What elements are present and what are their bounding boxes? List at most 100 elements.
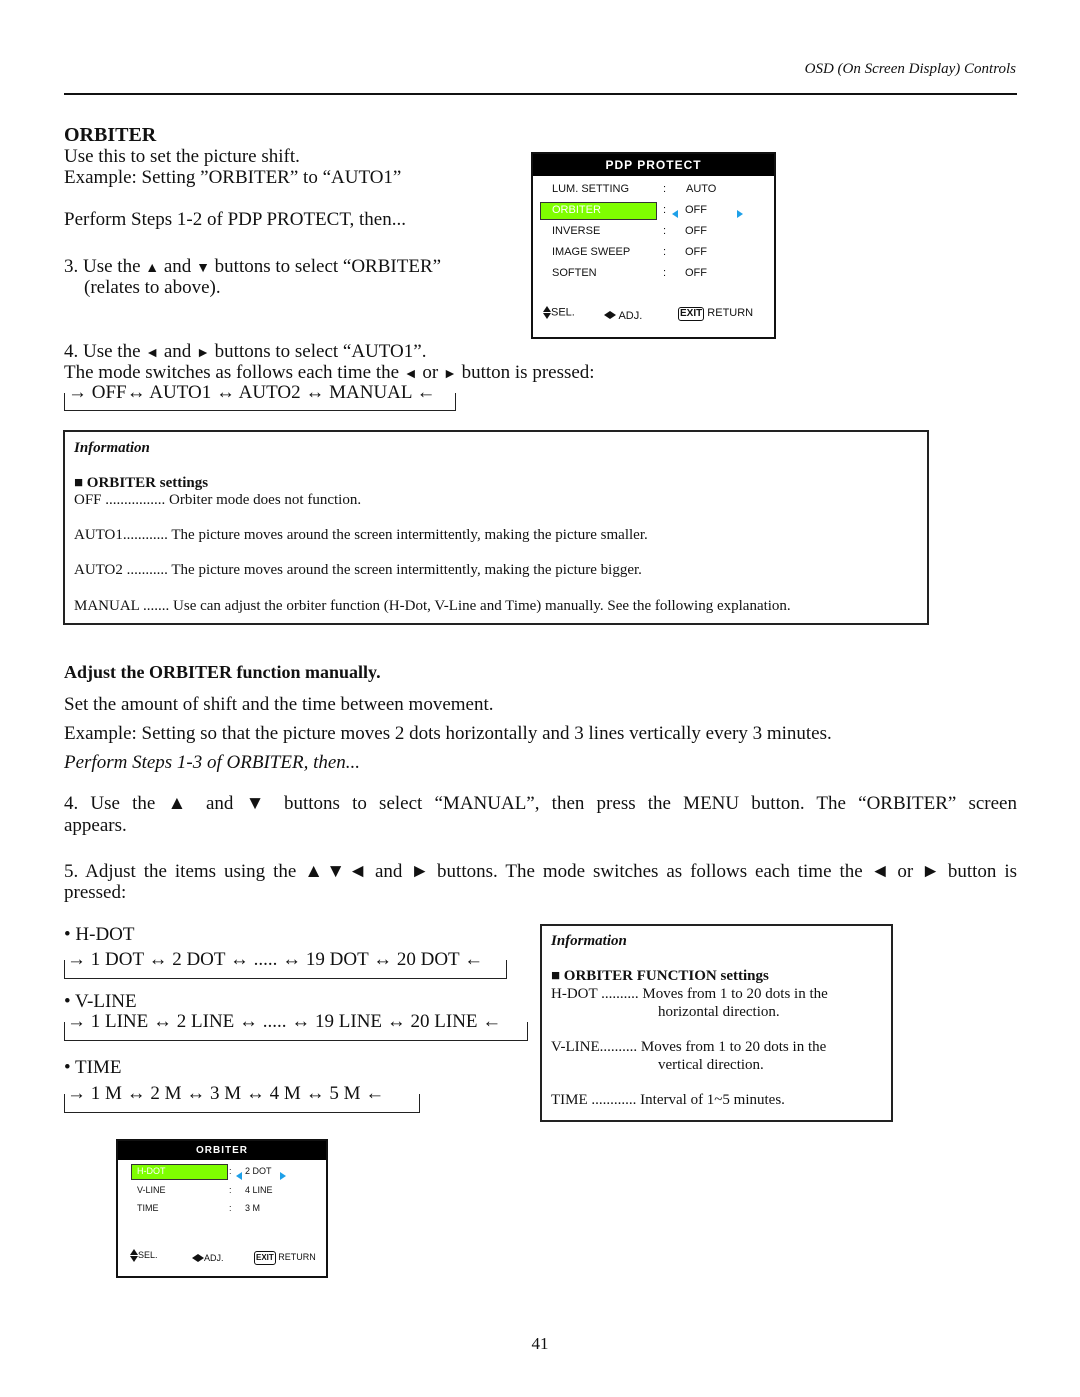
group-label-time: • TIME: [64, 1057, 122, 1078]
left-arrow-icon: ◄: [403, 367, 418, 382]
sel-label: SEL.: [551, 306, 575, 319]
section2-step4-line2: appears.: [64, 815, 127, 836]
osd-value-orbiter: OFF: [685, 204, 707, 216]
osd-sep: :: [663, 246, 667, 258]
osd-sep: :: [663, 267, 667, 279]
osd-item-time[interactable]: TIME: [137, 1203, 159, 1213]
step-4-mid: and: [159, 341, 197, 362]
osd-item-image-sweep[interactable]: IMAGE SWEEP: [552, 246, 630, 258]
osd-left-arrow-icon[interactable]: [236, 1167, 242, 1185]
mode-mid: or: [417, 362, 443, 383]
sequence-loop-line: [64, 1094, 420, 1113]
step-3-line-2: (relates to above).: [84, 277, 221, 298]
mode-prefix: The mode switches as follows each time t…: [64, 362, 404, 383]
step-3-mid: and: [159, 256, 197, 277]
osd-sep: :: [229, 1203, 232, 1213]
info-key: V-LINE..........: [551, 1039, 638, 1055]
osd-item-soften[interactable]: SOFTEN: [552, 267, 597, 279]
return-label: RETURN: [707, 307, 754, 319]
perform-steps-line: Perform Steps 1-2 of PDP PROTECT, then..…: [64, 209, 406, 230]
example-line: Example: Setting ”ORBITER” to “AUTO1”: [64, 167, 402, 188]
left-arrow-icon: ◄: [145, 346, 160, 361]
osd-sep: :: [663, 225, 667, 237]
info-desc: The picture moves around the screen inte…: [167, 527, 648, 543]
group-label-h-dot: • H-DOT: [64, 924, 135, 945]
osd-footer-adj: ADJ.: [604, 310, 642, 322]
osd-value-inverse: OFF: [685, 225, 707, 237]
step-4-line: 4. Use the ◄ and ► buttons to select “AU…: [64, 341, 426, 364]
return-label: RETURN: [278, 1252, 316, 1262]
osd-value-image-sweep: OFF: [685, 246, 707, 258]
section2-line-1: Set the amount of shift and the time bet…: [64, 694, 494, 715]
section2-line-2: Example: Setting so that the picture mov…: [64, 723, 832, 744]
up-down-arrows-icon: [130, 1249, 138, 1262]
info-subtitle: ■ ORBITER settings: [74, 475, 209, 491]
osd-right-arrow-icon[interactable]: [280, 1167, 286, 1185]
osd-footer-sel: SEL.: [130, 1249, 158, 1262]
info-row-auto2: AUTO2 ........... The picture moves arou…: [74, 562, 642, 579]
section2-step5-line1: 5. Adjust the items using the ▲▼◄ and ► …: [64, 861, 1017, 882]
osd-item-orbiter[interactable]: ORBITER: [552, 204, 601, 216]
step-3-suffix: buttons to select “ORBITER”: [209, 256, 442, 277]
info-row-off: OFF ................ Orbiter mode does n…: [74, 492, 361, 509]
section2-step5-line2: pressed:: [64, 882, 127, 903]
information-box-orbiter-function: Information ■ ORBITER FUNCTION settings …: [540, 924, 893, 1122]
info-key: AUTO1............: [74, 527, 168, 543]
right-arrow-icon: ►: [442, 367, 457, 382]
osd-sep: :: [229, 1166, 232, 1176]
info-desc: Use can adjust the orbiter function (H-D…: [169, 598, 791, 614]
osd-sep: :: [229, 1185, 232, 1195]
up-down-arrows-icon: [543, 306, 551, 319]
header-rule: [64, 93, 1017, 95]
sequence-loop-line: [64, 393, 456, 411]
right-arrow-icon: ►: [196, 346, 210, 361]
page-number: 41: [531, 1334, 549, 1353]
osd-item-h-dot[interactable]: H-DOT: [137, 1166, 166, 1176]
info-row-manual: MANUAL ....... Use can adjust the orbite…: [74, 598, 791, 615]
intro-line: Use this to set the picture shift.: [64, 146, 300, 167]
osd-value-soften: OFF: [685, 267, 707, 279]
osd-value-time: 3 M: [245, 1203, 261, 1213]
info-desc: Interval of 1~5 minutes.: [636, 1092, 785, 1108]
information-box-orbiter-settings: Information ■ ORBITER settings OFF .....…: [63, 430, 929, 625]
step-3-line: 3. Use the ▲ and ▼ buttons to select “OR…: [64, 256, 441, 279]
osd-item-lum-setting[interactable]: LUM. SETTING: [552, 183, 629, 195]
adj-label: ADJ.: [204, 1253, 224, 1263]
adj-label: ADJ.: [618, 310, 643, 322]
step-4-suffix: buttons to select “AUTO1”.: [209, 341, 427, 362]
osd-left-arrow-icon[interactable]: [672, 205, 678, 223]
osd-value-h-dot: 2 DOT: [245, 1166, 272, 1176]
osd-right-arrow-icon[interactable]: [737, 205, 743, 223]
section2-line-3: Perform Steps 1-3 of ORBITER, then...: [64, 752, 361, 773]
info-row-auto1: AUTO1............ The picture moves arou…: [74, 527, 648, 544]
osd-pdp-protect-menu: PDP PROTECT LUM. SETTING : AUTO ORBITER …: [531, 152, 776, 339]
section2-step4-line1: 4. Use the ▲ and ▼ buttons to select “MA…: [64, 793, 1017, 814]
left-right-arrows-icon: [604, 310, 616, 322]
info-desc: Moves from 1 to 20 dots in the: [638, 986, 828, 1002]
osd-footer-exit: EXIT RETURN: [678, 307, 753, 321]
osd-footer-sel: SEL.: [543, 306, 575, 319]
down-arrow-icon: ▼: [196, 261, 210, 276]
info-key: H-DOT ..........: [551, 986, 639, 1002]
exit-button-icon: EXIT: [678, 307, 705, 321]
info-desc: The picture moves around the screen inte…: [167, 562, 642, 578]
sequence-loop-line: [64, 1022, 528, 1041]
info-row-h-dot: H-DOT .......... Moves from 1 to 20 dots…: [551, 986, 828, 1003]
osd-sep: :: [663, 204, 667, 216]
info-key: OFF ................: [74, 492, 166, 508]
section-heading-orbiter: ORBITER: [64, 124, 157, 146]
group-label-v-line: • V-LINE: [64, 991, 137, 1012]
exit-button-icon: EXIT: [254, 1251, 276, 1265]
info-desc: Moves from 1 to 20 dots in the: [637, 1039, 827, 1055]
sequence-loop-line: [64, 960, 507, 979]
section-heading-manual: Adjust the ORBITER function manually.: [64, 662, 381, 682]
mode-suffix: button is pressed:: [456, 362, 595, 383]
info-key: MANUAL .......: [74, 598, 170, 614]
step-3-prefix: 3. Use the: [64, 256, 146, 277]
osd-item-v-line[interactable]: V-LINE: [137, 1185, 166, 1195]
info-key: TIME ............: [551, 1092, 637, 1108]
left-right-arrows-icon: [192, 1253, 204, 1264]
up-arrow-icon: ▲: [145, 261, 160, 276]
sel-label: SEL.: [138, 1249, 158, 1260]
osd-item-inverse[interactable]: INVERSE: [552, 225, 600, 237]
